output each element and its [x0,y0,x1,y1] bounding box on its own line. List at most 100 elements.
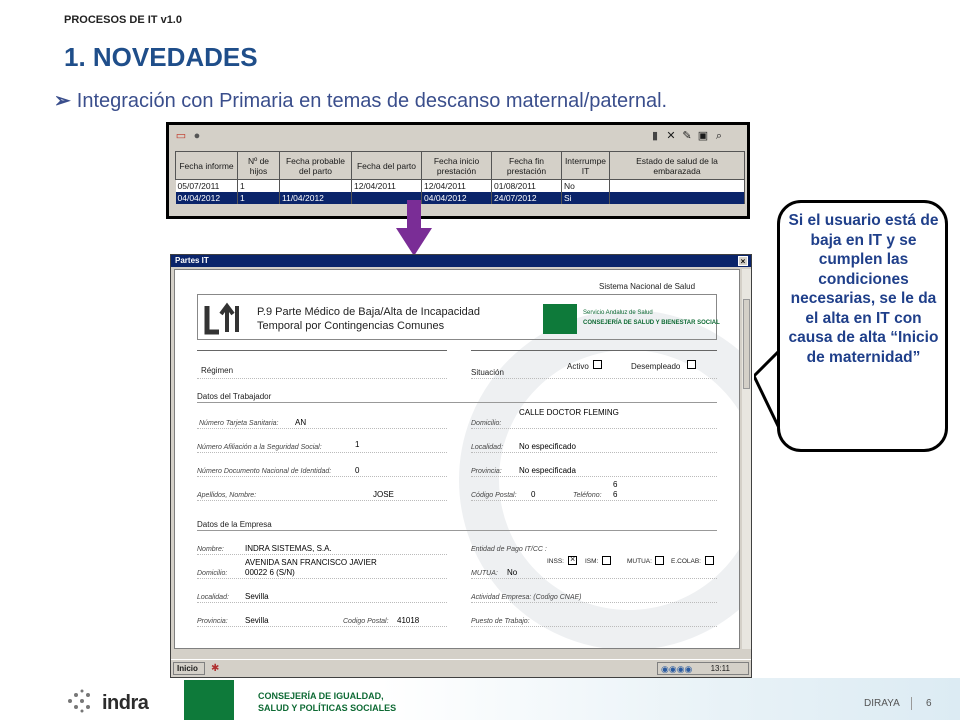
section-label: PROCESOS DE IT v1.0 [64,14,182,26]
doc-title-1: P.9 Parte Médico de Baja/Alta de Incapac… [257,306,481,318]
edit-icon[interactable]: ✎ [681,130,693,142]
cell: 04/04/2012 [175,191,238,204]
field-line [471,500,717,501]
doc-title-2: Temporal por Contingencias Comunes [257,320,445,332]
afiliacion-value[interactable]: 1 [355,440,359,449]
field-line [471,452,717,453]
field-line [197,554,447,555]
emp-prov-value[interactable]: Sevilla [245,616,269,625]
it-logo-icon [203,302,243,336]
activo-checkbox[interactable] [593,360,602,369]
entidad-label: Entidad de Pago IT/CC : [471,546,547,553]
cell: 12/04/2011 [351,179,422,192]
telefono-label: Teléfono: [573,492,602,499]
field-line [197,452,447,453]
inss-label: INSS: [547,558,564,565]
consejeria-label: CONSEJERÍA DE IGUALDAD, SALUD Y POLÍTICA… [258,690,396,714]
cell: 04/04/2012 [421,191,492,204]
col-fecha-probable[interactable]: Fecha probable del parto [279,151,352,180]
mutua-label: MUTUA: [471,570,498,577]
ecolab-checkbox[interactable] [705,556,714,565]
system-tray: ◉◉◉◉ 13:11 [657,662,749,675]
tray-icons[interactable]: ◉◉◉◉ [661,664,692,675]
divider [911,697,912,710]
person-icon[interactable]: ● [191,130,203,142]
emp-cp-value[interactable]: 41018 [397,616,419,625]
bullet-text: ➢ Integración con Primaria en temas de de… [54,88,667,113]
ecolab-label: E.COLAB: [671,558,701,565]
preview-icon[interactable]: ⌕ [713,130,725,142]
actividad-label: Actividad Empresa: (Codigo CNAE) [471,594,582,601]
start-label: Inicio [177,664,198,673]
mutua-value[interactable]: No [507,568,517,577]
cell: 11/04/2012 [279,191,352,204]
scrollbar-thumb[interactable] [743,299,750,389]
table-row[interactable]: 05/07/2011 1 12/04/2011 12/04/2011 01/08… [175,179,745,192]
consejeria-line-2: SALUD Y POLÍTICAS SOCIALES [258,703,397,713]
sas-logo-icon [543,304,577,334]
col-fecha-informe[interactable]: Fecha informe [175,151,238,180]
ism-checkbox[interactable] [602,556,611,565]
divider [471,350,717,351]
window-title: Partes IT [175,256,209,265]
apellidos-value[interactable]: JOSE [373,490,394,499]
field-line [197,428,447,429]
emp-dom-value-1[interactable]: AVENIDA SAN FRANCISCO JAVIER [245,558,377,567]
col-fecha-parto[interactable]: Fecha del parto [351,151,422,180]
delete-icon[interactable]: ✕ [665,130,677,142]
telefono-value-2[interactable]: 6 [613,490,617,499]
indra-brand: indra [102,692,149,714]
nombre-value[interactable]: INDRA SISTEMAS, S.A. [245,544,332,553]
field-line [471,476,717,477]
cell [609,179,745,192]
provincia-value[interactable]: No especificada [519,466,576,475]
emp-loc-value[interactable]: Sevilla [245,592,269,601]
card-icon[interactable]: ▭ [175,130,187,142]
app-icon[interactable]: ✱ [211,663,223,675]
vertical-scrollbar[interactable] [742,269,751,649]
table-row-selected[interactable]: 04/04/2012 1 11/04/2012 04/04/2012 24/07… [175,191,745,204]
field-line [197,500,447,501]
desempleado-checkbox[interactable] [687,360,696,369]
telefono-value-1[interactable]: 6 [613,480,617,489]
cp-value[interactable]: 0 [531,490,535,499]
dni-value[interactable]: 0 [355,466,359,475]
taskbar: Inicio ✱ ◉◉◉◉ 13:11 [171,659,751,677]
new-record-icon[interactable]: ▮ [649,130,661,142]
emp-prov-label: Provincia: [197,618,228,625]
col-interrumpe[interactable]: Interrumpe IT [561,151,610,180]
col-fecha-inicio[interactable]: Fecha inicio prestación [421,151,492,180]
window-titlebar[interactable]: Partes IT × [171,255,751,267]
mutua-checkbox[interactable] [655,556,664,565]
nombre-label: Nombre: [197,546,224,553]
table-header-row: Fecha informe Nº de hijos Fecha probable… [175,151,745,180]
emp-dom-value-2[interactable]: 00022 6 (S/N) [245,568,295,577]
field-line [471,428,717,429]
emp-cp-label: Codigo Postal: [343,618,389,625]
app-name: DIRAYA [864,698,900,709]
cell [609,191,745,204]
consejeria-line-1: CONSEJERÍA DE IGUALDAD, [258,691,384,701]
col-num-hijos[interactable]: Nº de hijos [237,151,280,180]
activo-label: Activo [567,362,589,371]
cell: 12/04/2011 [421,179,492,192]
localidad-value[interactable]: No especificado [519,442,576,451]
save-icon[interactable]: ▣ [697,130,709,142]
divider [197,402,717,403]
cell [279,179,352,192]
start-button[interactable]: Inicio [173,662,205,675]
close-icon[interactable]: × [738,256,748,266]
tarjeta-value[interactable]: AN [295,418,306,427]
inss-checkbox[interactable] [568,554,577,565]
cell: 01/08/2011 [491,179,562,192]
divider [197,350,447,351]
col-estado-salud[interactable]: Estado de salud de la embarazada [609,151,745,180]
field-line [197,378,447,379]
tarjeta-label: Número Tarjeta Sanitaria: [199,420,279,427]
cell: 24/07/2012 [491,191,562,204]
domicilio-value[interactable]: CALLE DOCTOR FLEMING [519,408,619,417]
col-fecha-fin[interactable]: Fecha fin prestación [491,151,562,180]
field-line [471,378,717,379]
dni-label: Número Documento Nacional de Identidad: [197,468,332,475]
cp-label: Código Postal: [471,492,517,499]
